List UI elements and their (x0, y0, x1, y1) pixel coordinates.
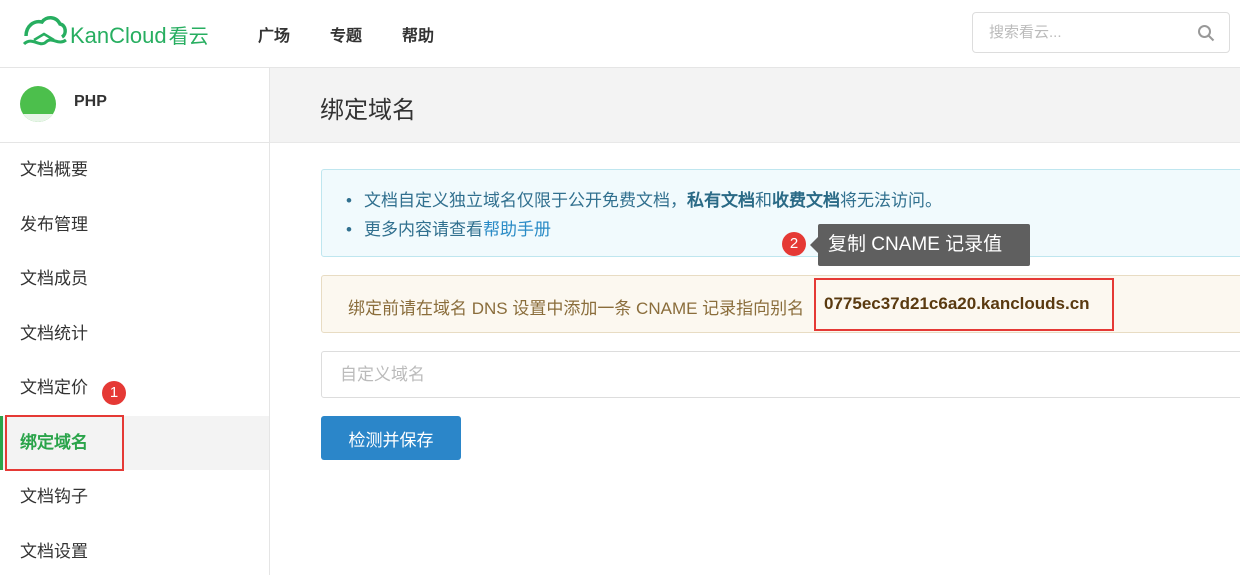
info-line-1: •文档自定义独立域名仅限于公开免费文档，私有文档和收费文档将无法访问。 (346, 186, 1240, 215)
logo-brand: KanCloud (70, 23, 167, 48)
bullet: • (346, 215, 364, 244)
info-alert: •文档自定义独立域名仅限于公开免费文档，私有文档和收费文档将无法访问。 •更多内… (321, 169, 1240, 257)
sidebar-item-members[interactable]: 文档成员 (0, 252, 269, 307)
nav-topics[interactable]: 专题 (330, 22, 362, 46)
page-title: 绑定域名 (320, 90, 416, 125)
annotation-badge-1: 1 (102, 381, 126, 405)
main-content: 绑定域名 •文档自定义独立域名仅限于公开免费文档，私有文档和收费文档将无法访问。… (270, 68, 1240, 575)
sidebar: PHP 文档概要 发布管理 文档成员 文档统计 文档定价 绑定域名 文档钩子 文… (0, 68, 270, 575)
book-avatar[interactable] (20, 86, 56, 122)
info-text: 更多内容请查看 (364, 220, 483, 239)
sidebar-item-settings[interactable]: 文档设置 (0, 525, 269, 579)
search-box (972, 12, 1230, 53)
info-bold-paid: 收费文档 (772, 191, 840, 210)
sidebar-item-pricing[interactable]: 文档定价 (0, 361, 269, 416)
cloud-logo-icon (20, 14, 68, 54)
logo-cn: 看云 (169, 26, 209, 48)
sidebar-item-publish[interactable]: 发布管理 (0, 198, 269, 253)
main-nav: 广场 专题 帮助 (258, 22, 434, 46)
cname-value[interactable]: 0775ec37d21c6a20.kanclouds.cn (818, 290, 1096, 318)
sidebar-item-bind-domain[interactable]: 绑定域名 (0, 416, 269, 471)
annotation-badge-2: 2 (782, 232, 806, 256)
logo-text: KanCloud看云 (70, 20, 209, 49)
help-manual-link[interactable]: 帮助手册 (483, 220, 551, 239)
cname-instruction: 绑定前请在域名 DNS 设置中添加一条 CNAME 记录指向别名 (348, 294, 804, 319)
sidebar-item-hooks[interactable]: 文档钩子 (0, 470, 269, 525)
check-and-save-button[interactable]: 检测并保存 (321, 416, 461, 460)
copy-cname-tooltip: 复制 CNAME 记录值 (818, 224, 1030, 266)
info-text: 文档自定义独立域名仅限于公开免费文档， (364, 191, 687, 210)
search-input[interactable] (973, 13, 1183, 52)
nav-plaza[interactable]: 广场 (258, 22, 290, 46)
info-text: 将无法访问。 (840, 191, 942, 210)
page-header: 绑定域名 (270, 68, 1240, 143)
search-icon[interactable] (1197, 24, 1215, 42)
sidebar-item-stats[interactable]: 文档统计 (0, 307, 269, 362)
logo[interactable]: KanCloud看云 (20, 14, 209, 54)
custom-domain-input[interactable] (321, 351, 1240, 398)
info-text: 和 (755, 191, 772, 210)
sidebar-header: PHP (0, 68, 269, 143)
cname-alert: 绑定前请在域名 DNS 设置中添加一条 CNAME 记录指向别名 0775ec3… (321, 275, 1240, 333)
sidebar-item-overview[interactable]: 文档概要 (0, 143, 269, 198)
bullet: • (346, 186, 364, 215)
book-title[interactable]: PHP (74, 93, 107, 111)
info-bold-private: 私有文档 (687, 191, 755, 210)
top-navbar: KanCloud看云 广场 专题 帮助 (0, 0, 1240, 68)
nav-help[interactable]: 帮助 (402, 22, 434, 46)
